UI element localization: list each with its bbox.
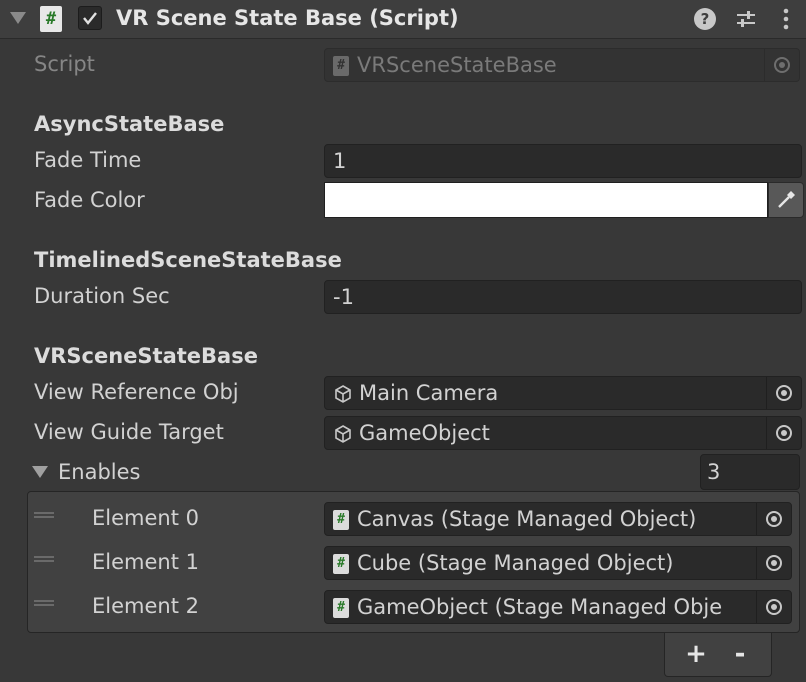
drag-handle-icon[interactable] [34,512,54,518]
enables-size-input[interactable]: 3 [700,454,800,490]
enabled-checkbox[interactable] [78,6,102,30]
component-header: # VR Scene State Base (Script) ? [0,0,806,39]
help-icon[interactable]: ? [694,8,716,30]
eyedropper-icon [778,191,795,208]
list-footer: + - [664,633,772,677]
drag-handle-icon[interactable] [34,600,54,606]
view-guide-target-value: GameObject [359,421,490,445]
element-1-field[interactable]: # Cube (Stage Managed Object) [324,546,792,580]
object-picker-icon[interactable] [766,417,801,449]
csharp-script-icon: # [333,598,349,618]
fade-color-label: Fade Color [34,188,145,212]
remove-element-button[interactable]: - [725,641,755,667]
csharp-script-icon: # [333,554,349,574]
foldout-arrow-icon[interactable] [10,12,26,24]
section-vr-scene-state-base: VRSceneStateBase [34,344,258,368]
object-picker-icon[interactable] [756,503,791,535]
view-guide-target-field[interactable]: GameObject [324,416,802,450]
element-1-value: Cube (Stage Managed Object) [357,551,674,575]
view-reference-obj-field[interactable]: Main Camera [324,376,802,410]
object-picker-icon[interactable] [766,377,801,409]
element-0-label: Element 0 [92,506,199,530]
section-timelined-scene-state-base: TimelinedSceneStateBase [34,248,342,272]
element-2-field[interactable]: # GameObject (Stage Managed Obje [324,590,792,624]
preset-sliders-icon[interactable] [734,7,758,31]
csharp-script-icon: # [333,56,349,76]
element-0-value: Canvas (Stage Managed Object) [357,507,697,531]
add-element-button[interactable]: + [681,641,711,667]
element-2-value: GameObject (Stage Managed Obje [357,595,723,619]
object-picker-icon [764,49,799,81]
view-reference-obj-label: View Reference Obj [34,380,239,404]
enables-foldout-arrow-icon[interactable] [32,466,48,478]
drag-handle-icon[interactable] [34,556,54,562]
view-reference-obj-value: Main Camera [359,381,499,405]
object-picker-icon[interactable] [756,591,791,623]
script-label: Script [34,52,95,76]
fade-time-label: Fade Time [34,148,142,172]
component-title: VR Scene State Base (Script) [116,6,459,30]
duration-sec-input[interactable]: -1 [324,280,802,314]
object-picker-icon[interactable] [756,547,791,579]
fade-time-input[interactable]: 1 [324,144,802,178]
enables-label[interactable]: Enables [58,460,140,484]
script-value: VRSceneStateBase [357,53,557,77]
fade-color-swatch[interactable] [324,182,768,218]
checkmark-icon [83,12,97,25]
gameobject-cube-icon [335,385,351,403]
element-1-label: Element 1 [92,550,199,574]
script-field: # VRSceneStateBase [324,48,800,82]
csharp-script-icon: # [40,6,62,32]
duration-sec-label: Duration Sec [34,284,170,308]
section-async-state-base: AsyncStateBase [34,112,225,136]
element-2-label: Element 2 [92,594,199,618]
gameobject-cube-icon [335,425,351,443]
kebab-menu-icon[interactable] [774,7,798,31]
csharp-script-icon: # [333,510,349,530]
eyedropper-button[interactable] [768,182,804,218]
element-0-field[interactable]: # Canvas (Stage Managed Object) [324,502,792,536]
view-guide-target-label: View Guide Target [34,420,224,444]
